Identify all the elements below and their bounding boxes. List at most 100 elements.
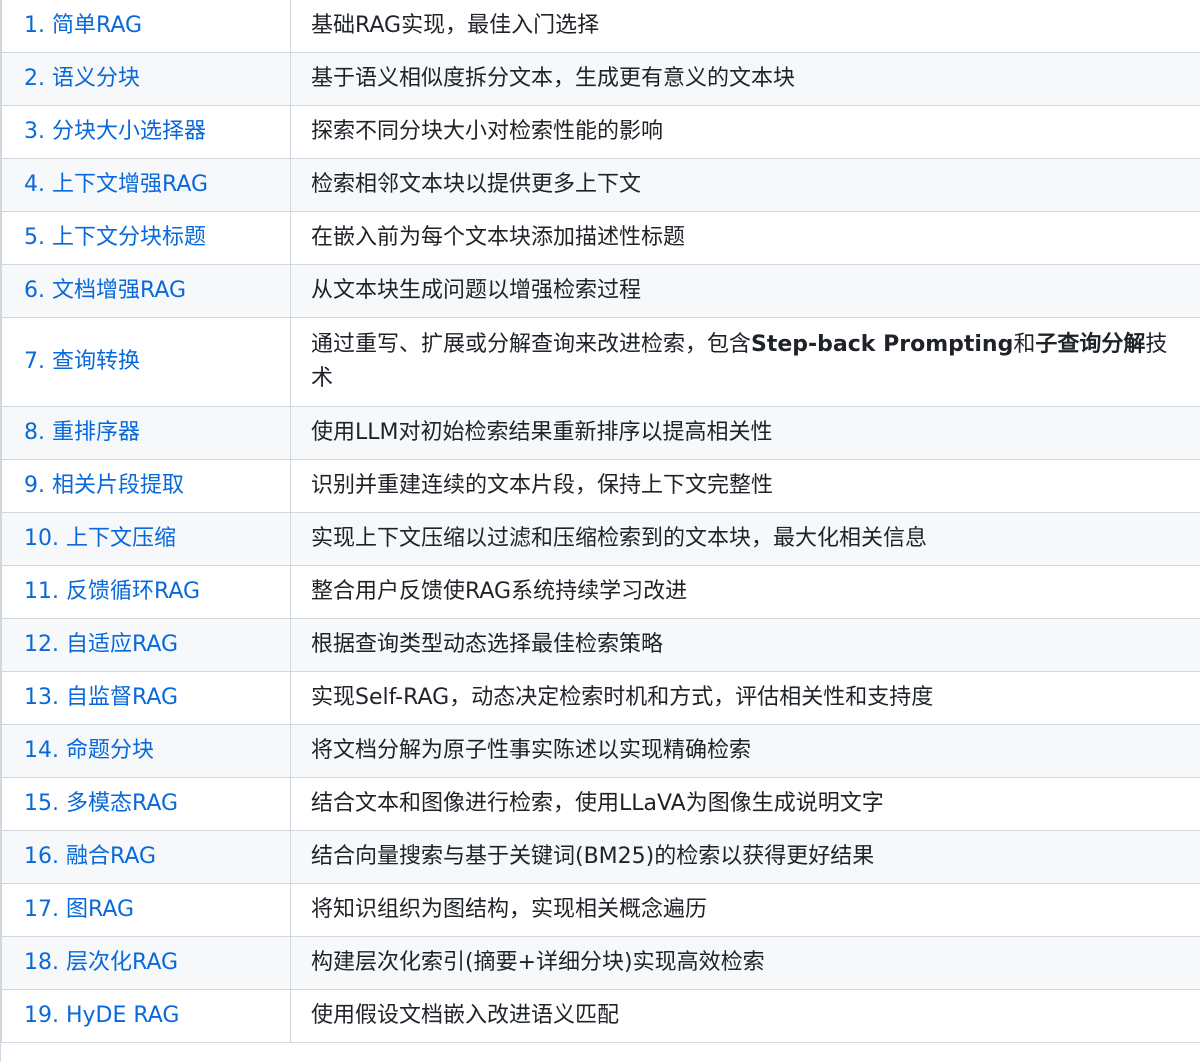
- table-row: 15. 多模态RAG 结合文本和图像进行检索，使用LLaVA为图像生成说明文字: [1, 777, 1200, 831]
- method-link[interactable]: 6. 文档增强RAG: [24, 278, 186, 303]
- method-description-cell: 将知识组织为图结构，实现相关概念遍历: [290, 883, 1200, 937]
- method-description-cell: 探索不同分块大小对检索性能的影响: [290, 105, 1200, 159]
- method-name-cell: 15. 多模态RAG: [1, 777, 291, 831]
- method-link[interactable]: 13. 自监督RAG: [24, 685, 178, 710]
- description-text: 使用假设文档嵌入改进语义匹配: [311, 1003, 620, 1028]
- method-description-cell: 使用假设文档嵌入改进语义匹配: [290, 989, 1200, 1043]
- description-text: 和: [1013, 332, 1036, 357]
- description-text: 探索不同分块大小对检索性能的影响: [311, 119, 664, 144]
- table-row: 2. 语义分块 基于语义相似度拆分文本，生成更有意义的文本块: [1, 52, 1200, 106]
- method-description-cell: 通过重写、扩展或分解查询来改进检索，包含Step-back Prompting和…: [290, 317, 1200, 407]
- description-text: 结合向量搜索与基于关键词(BM25)的检索以获得更好结果: [311, 844, 875, 869]
- method-link[interactable]: 3. 分块大小选择器: [24, 119, 206, 144]
- method-description-cell: 结合文本和图像进行检索，使用LLaVA为图像生成说明文字: [290, 777, 1200, 831]
- method-description: 构建层次化索引(摘要+详细分块)实现高效检索: [311, 950, 765, 975]
- description-text: 从文本块生成问题以增强检索过程: [311, 278, 642, 303]
- table-row: 16. 融合RAG 结合向量搜索与基于关键词(BM25)的检索以获得更好结果: [1, 830, 1200, 884]
- method-description-cell: 检索相邻文本块以提供更多上下文: [290, 158, 1200, 212]
- method-link[interactable]: 7. 查询转换: [24, 349, 140, 374]
- table-row: 18. 层次化RAG 构建层次化索引(摘要+详细分块)实现高效检索: [1, 936, 1200, 990]
- rag-methods-table-container: 1. 简单RAG 基础RAG实现，最佳入门选择 2. 语义分块 基于语义相似度拆分文本…: [0, 0, 1200, 1062]
- method-description-cell: 结合向量搜索与基于关键词(BM25)的检索以获得更好结果: [290, 830, 1200, 884]
- method-description: 使用LLM对初始检索结果重新排序以提高相关性: [311, 420, 773, 445]
- method-name-cell: 19. HyDE RAG: [1, 989, 291, 1043]
- method-link[interactable]: 10. 上下文压缩: [24, 526, 176, 551]
- method-description: 结合向量搜索与基于关键词(BM25)的检索以获得更好结果: [311, 844, 874, 869]
- method-name-cell: 12. 自适应RAG: [1, 618, 291, 672]
- method-description-cell: 实现上下文压缩以过滤和压缩检索到的文本块，最大化相关信息: [290, 512, 1200, 566]
- table-body: 1. 简单RAG 基础RAG实现，最佳入门选择 2. 语义分块 基于语义相似度拆分文本…: [1, 0, 1200, 1043]
- method-name-cell: 9. 相关片段提取: [1, 459, 291, 513]
- method-link[interactable]: 1. 简单RAG: [24, 13, 142, 38]
- method-link[interactable]: 8. 重排序器: [24, 420, 140, 445]
- description-text: 通过重写、扩展或分解查询来改进检索，包含: [311, 332, 752, 357]
- description-text: 将文档分解为原子性事实陈述以实现精确检索: [311, 738, 752, 763]
- method-name-cell: 3. 分块大小选择器: [1, 105, 291, 159]
- method-description: 从文本块生成问题以增强检索过程: [311, 278, 641, 303]
- method-description: 基础RAG实现，最佳入门选择: [311, 13, 599, 38]
- method-link[interactable]: 11. 反馈循环RAG: [24, 579, 200, 604]
- method-link[interactable]: 18. 层次化RAG: [24, 950, 178, 975]
- method-link[interactable]: 19. HyDE RAG: [24, 1003, 179, 1028]
- method-description: 检索相邻文本块以提供更多上下文: [311, 172, 641, 197]
- method-name-cell: 7. 查询转换: [1, 317, 291, 407]
- method-name-cell: 8. 重排序器: [1, 406, 291, 460]
- table-row: 17. 图RAG 将知识组织为图结构，实现相关概念遍历: [1, 883, 1200, 937]
- method-description-cell: 基于语义相似度拆分文本，生成更有意义的文本块: [290, 52, 1200, 106]
- method-description-cell: 实现Self-RAG，动态决定检索时机和方式，评估相关性和支持度: [290, 671, 1200, 725]
- method-description-cell: 将文档分解为原子性事实陈述以实现精确检索: [290, 724, 1200, 778]
- table-row: 10. 上下文压缩 实现上下文压缩以过滤和压缩检索到的文本块，最大化相关信息: [1, 512, 1200, 566]
- method-description-cell: 在嵌入前为每个文本块添加描述性标题: [290, 211, 1200, 265]
- description-text: 使用LLM对初始检索结果重新排序以提高相关性: [311, 420, 773, 445]
- table-row: 6. 文档增强RAG 从文本块生成问题以增强检索过程: [1, 264, 1200, 318]
- method-description: 结合文本和图像进行检索，使用LLaVA为图像生成说明文字: [311, 791, 884, 816]
- table-row: 11. 反馈循环RAG 整合用户反馈使RAG系统持续学习改进: [1, 565, 1200, 619]
- rag-methods-table: 1. 简单RAG 基础RAG实现，最佳入门选择 2. 语义分块 基于语义相似度拆分文本…: [1, 0, 1200, 1043]
- method-description-cell: 整合用户反馈使RAG系统持续学习改进: [290, 565, 1200, 619]
- method-description-cell: 使用LLM对初始检索结果重新排序以提高相关性: [290, 406, 1200, 460]
- table-row: 19. HyDE RAG 使用假设文档嵌入改进语义匹配: [1, 989, 1200, 1043]
- method-link[interactable]: 4. 上下文增强RAG: [24, 172, 208, 197]
- method-description-cell: 识别并重建连续的文本片段，保持上下文完整性: [290, 459, 1200, 513]
- method-description-cell: 构建层次化索引(摘要+详细分块)实现高效检索: [290, 936, 1200, 990]
- description-text: 根据查询类型动态选择最佳检索策略: [311, 632, 664, 657]
- method-name-cell: 16. 融合RAG: [1, 830, 291, 884]
- method-name-cell: 13. 自监督RAG: [1, 671, 291, 725]
- method-name-cell: 11. 反馈循环RAG: [1, 565, 291, 619]
- description-text: 结合文本和图像进行检索，使用LLaVA为图像生成说明文字: [311, 791, 884, 816]
- method-name-cell: 5. 上下文分块标题: [1, 211, 291, 265]
- description-text: 检索相邻文本块以提供更多上下文: [311, 172, 642, 197]
- table-row: 8. 重排序器 使用LLM对初始检索结果重新排序以提高相关性: [1, 406, 1200, 460]
- description-text: 实现上下文压缩以过滤和压缩检索到的文本块，最大化相关信息: [311, 526, 928, 551]
- description-text: 构建层次化索引(摘要+详细分块)实现高效检索: [311, 950, 765, 975]
- method-description-cell: 从文本块生成问题以增强检索过程: [290, 264, 1200, 318]
- method-description: 在嵌入前为每个文本块添加描述性标题: [311, 225, 685, 250]
- method-name-cell: 10. 上下文压缩: [1, 512, 291, 566]
- method-name-cell: 1. 简单RAG: [1, 0, 291, 53]
- method-description: 识别并重建连续的文本片段，保持上下文完整性: [311, 473, 773, 498]
- method-link[interactable]: 12. 自适应RAG: [24, 632, 178, 657]
- description-text: 在嵌入前为每个文本块添加描述性标题: [311, 225, 686, 250]
- method-link[interactable]: 17. 图RAG: [24, 897, 134, 922]
- description-text: 整合用户反馈使RAG系统持续学习改进: [311, 579, 688, 604]
- method-link[interactable]: 15. 多模态RAG: [24, 791, 178, 816]
- method-description: 实现Self-RAG，动态决定检索时机和方式，评估相关性和支持度: [311, 685, 933, 710]
- method-link[interactable]: 5. 上下文分块标题: [24, 225, 206, 250]
- method-name-cell: 2. 语义分块: [1, 52, 291, 106]
- method-link[interactable]: 2. 语义分块: [24, 66, 140, 91]
- method-link[interactable]: 16. 融合RAG: [24, 844, 156, 869]
- table-row: 4. 上下文增强RAG 检索相邻文本块以提供更多上下文: [1, 158, 1200, 212]
- method-description: 根据查询类型动态选择最佳检索策略: [311, 632, 663, 657]
- method-description: 整合用户反馈使RAG系统持续学习改进: [311, 579, 687, 604]
- table-row: 1. 简单RAG 基础RAG实现，最佳入门选择: [1, 0, 1200, 53]
- table-row: 13. 自监督RAG 实现Self-RAG，动态决定检索时机和方式，评估相关性和支…: [1, 671, 1200, 725]
- description-text: 基础RAG实现，最佳入门选择: [311, 13, 600, 38]
- method-description: 探索不同分块大小对检索性能的影响: [311, 119, 663, 144]
- table-row: 3. 分块大小选择器 探索不同分块大小对检索性能的影响: [1, 105, 1200, 159]
- table-row: 9. 相关片段提取 识别并重建连续的文本片段，保持上下文完整性: [1, 459, 1200, 513]
- method-name-cell: 17. 图RAG: [1, 883, 291, 937]
- method-link[interactable]: 9. 相关片段提取: [24, 473, 184, 498]
- description-text: 将知识组织为图结构，实现相关概念遍历: [311, 897, 708, 922]
- method-link[interactable]: 14. 命题分块: [24, 738, 154, 763]
- method-description: 基于语义相似度拆分文本，生成更有意义的文本块: [311, 66, 795, 91]
